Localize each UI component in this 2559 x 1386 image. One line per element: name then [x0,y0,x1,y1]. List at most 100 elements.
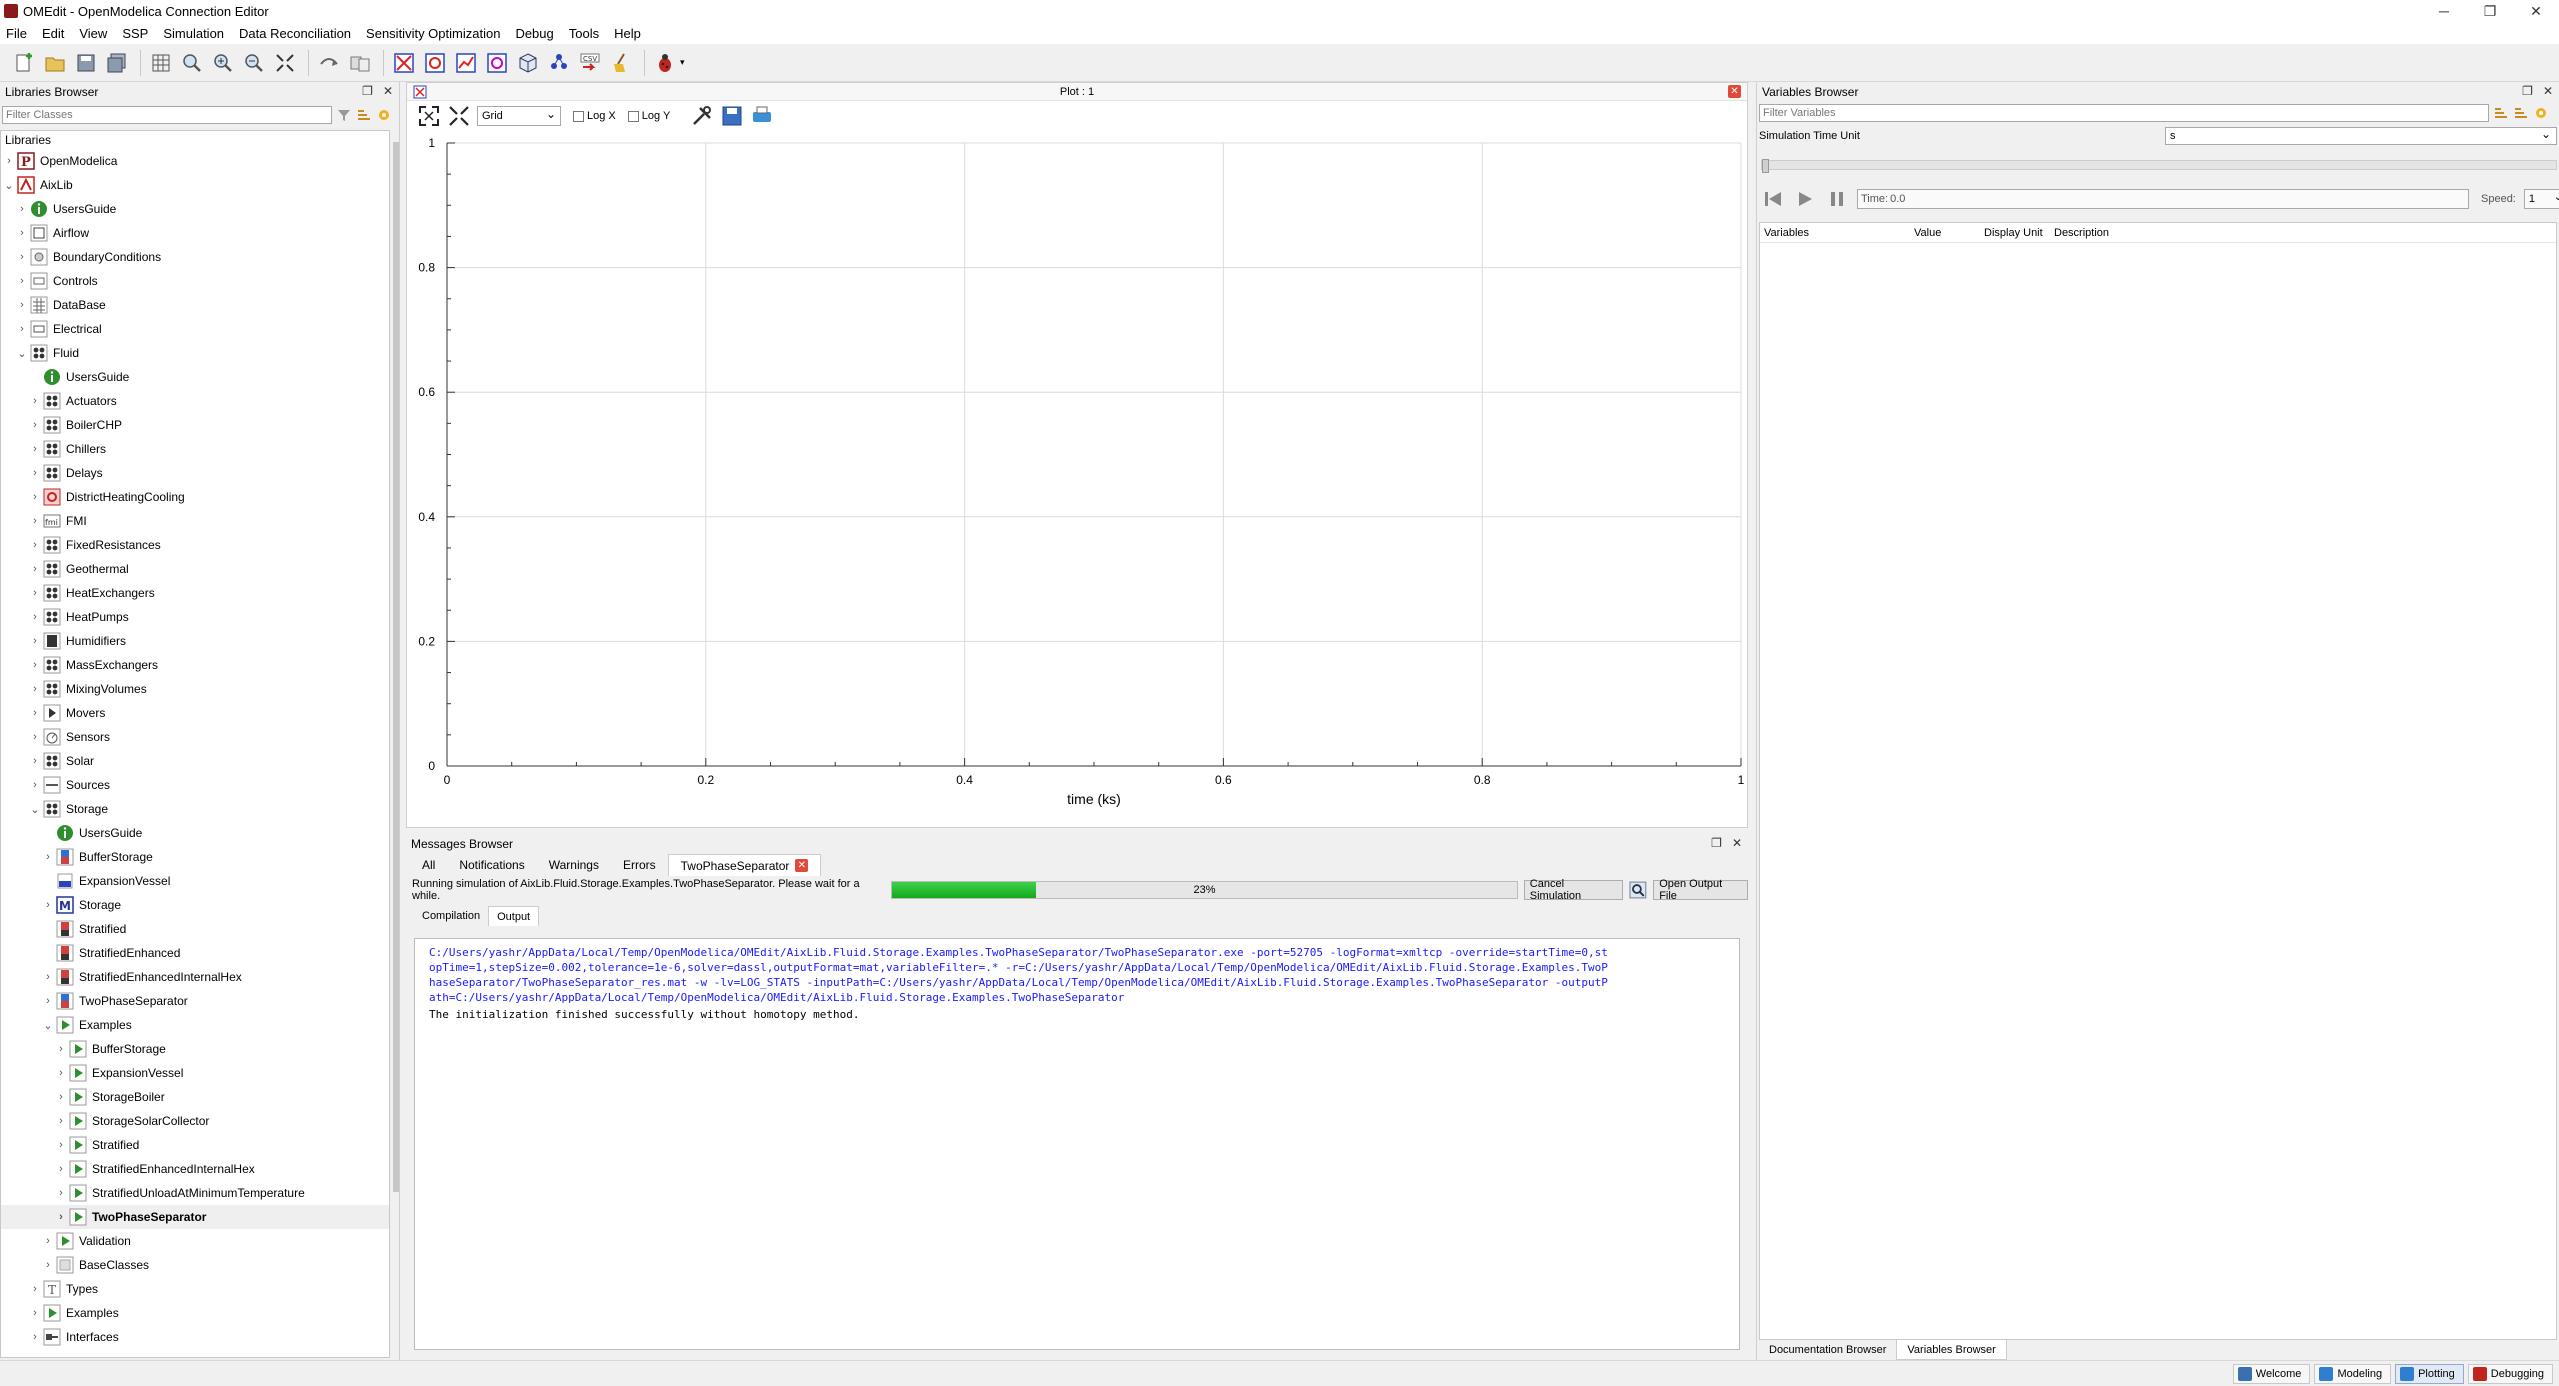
chevron-down-icon[interactable]: ⌄ [16,347,28,360]
tree-item-stratifiedenhanced[interactable]: StratifiedEnhanced [1,941,389,965]
perspective-welcome[interactable]: Welcome [2232,1364,2311,1384]
chevron-right-icon[interactable]: › [42,995,54,1007]
tree-item-sources[interactable]: › Sources [1,773,389,797]
fit-icon[interactable] [271,49,299,77]
cancel-simulation-button[interactable]: Cancel Simulation [1523,878,1624,902]
tab-all[interactable]: All [410,854,447,876]
array-plot-icon[interactable] [452,49,480,77]
speed-select[interactable]: 1 ⌄ [2523,189,2559,209]
chevron-right-icon[interactable]: › [29,1283,41,1295]
close-panel-icon[interactable]: ✕ [383,84,393,98]
tree-item-stratified[interactable]: › Stratified [1,1133,389,1157]
settings-icon[interactable] [376,107,392,123]
column-variables[interactable]: Variables [1760,227,1910,239]
play-icon[interactable] [1793,187,1817,211]
tree-item-chillers[interactable]: › Chillers [1,437,389,461]
chevron-right-icon[interactable]: › [29,779,41,791]
sub-tab-compilation[interactable]: Compilation [414,906,488,926]
chevron-right-icon[interactable]: › [16,251,28,263]
tree-item-storage[interactable]: › M Storage [1,893,389,917]
parametric-plot-icon[interactable] [421,49,449,77]
tree-item-movers[interactable]: › Movers [1,701,389,725]
chevron-right-icon[interactable]: › [42,1235,54,1247]
settings-icon[interactable] [2533,105,2549,121]
chevron-right-icon[interactable]: › [16,275,28,287]
transition-icon[interactable] [346,49,374,77]
setup-icon[interactable] [690,104,714,128]
tree-item-usersguide[interactable]: › UsersGuide [1,197,389,221]
save-all-icon[interactable] [103,49,131,77]
tree-item-sensors[interactable]: › Sensors [1,725,389,749]
diagram-icon[interactable] [545,49,573,77]
undock-icon[interactable]: ❐ [1711,836,1722,850]
chevron-right-icon[interactable]: › [16,203,28,215]
chevron-right-icon[interactable]: › [55,1187,67,1199]
tree-item-fixedresistances[interactable]: › FixedResistances [1,533,389,557]
tab-twophaseseparator[interactable]: TwoPhaseSeparator ✕ [667,854,822,876]
tree-item-aixlib[interactable]: ⌄ AixLib [1,173,389,197]
tree-item-boundaryconditions[interactable]: › BoundaryConditions [1,245,389,269]
rewind-icon[interactable] [1761,187,1785,211]
tree-item-stratifiedunloadatminimumtemperature[interactable]: › StratifiedUnloadAtMinimumTemperature [1,1181,389,1205]
tree-item-actuators[interactable]: › Actuators [1,389,389,413]
log-y-checkbox[interactable]: Log Y [627,110,670,122]
filter-classes-input[interactable] [2,106,332,124]
tab-warnings[interactable]: Warnings [537,854,611,876]
chevron-right-icon[interactable]: › [29,587,41,599]
chevron-right-icon[interactable]: › [29,515,41,527]
log-x-box[interactable] [573,110,584,122]
tab-errors[interactable]: Errors [611,854,668,876]
chevron-right-icon[interactable]: › [29,683,41,695]
filter-variables-input[interactable] [1759,104,2489,122]
chevron-right-icon[interactable]: › [55,1115,67,1127]
menu-help[interactable]: Help [614,26,641,41]
close-tab-icon[interactable]: ✕ [795,859,809,872]
chevron-right-icon[interactable]: › [55,1139,67,1151]
chevron-down-icon[interactable]: ⌄ [3,179,15,192]
save-icon[interactable] [72,49,100,77]
tree-item-stratifiedenhancedinternalhex[interactable]: › StratifiedEnhancedInternalHex [1,965,389,989]
clean-icon[interactable] [607,49,635,77]
menu-data-reconciliation[interactable]: Data Reconciliation [239,26,351,41]
chevron-right-icon[interactable]: › [29,659,41,671]
chevron-down-icon[interactable]: ▾ [680,57,685,68]
chevron-right-icon[interactable]: › [29,731,41,743]
menu-view[interactable]: View [79,26,107,41]
open-output-file-button[interactable]: Open Output File [1653,878,1748,902]
zoom-reset-icon[interactable] [178,49,206,77]
menu-edit[interactable]: Edit [42,26,64,41]
chevron-right-icon[interactable]: › [42,899,54,911]
tree-item-humidifiers[interactable]: › Humidifiers [1,629,389,653]
model-3d-icon[interactable] [514,49,542,77]
close-panel-icon[interactable]: ✕ [2543,84,2553,98]
tree-item-twophaseseparator[interactable]: › TwoPhaseSeparator [1,989,389,1013]
open-icon[interactable] [41,49,69,77]
column-description[interactable]: Description [2050,227,2250,239]
pause-icon[interactable] [1825,187,1849,211]
chevron-right-icon[interactable]: › [42,851,54,863]
minimize-icon[interactable]: ─ [2421,0,2467,22]
grid-select[interactable]: Grid [477,106,561,126]
chevron-right-icon[interactable]: › [29,443,41,455]
chevron-right-icon[interactable]: › [29,467,41,479]
tree-item-database[interactable]: › DataBase [1,293,389,317]
tree-item-validation[interactable]: › Validation [1,1229,389,1253]
chevron-right-icon[interactable]: › [29,1307,41,1319]
tree-item-types[interactable]: › T Types [1,1277,389,1301]
tree-item-bufferstorage[interactable]: › BufferStorage [1,845,389,869]
tree-item-massexchangers[interactable]: › MassExchangers [1,653,389,677]
chevron-right-icon[interactable]: › [29,1331,41,1343]
tree-item-storageboiler[interactable]: › StorageBoiler [1,1085,389,1109]
chevron-right-icon[interactable]: › [29,491,41,503]
plot-canvas[interactable]: 0 0.2 0.4 0.6 0.8 1 0 0.2 0.4 0.6 0.8 1 time (ks) [407,133,1747,827]
tree-item-usersguide[interactable]: UsersGuide [1,365,389,389]
column-value[interactable]: Value [1910,227,1980,239]
tree-item-geothermal[interactable]: › Geothermal [1,557,389,581]
tree-item-fmi[interactable]: › fmi FMI [1,509,389,533]
menu-sensitivity-optimization[interactable]: Sensitivity Optimization [366,26,500,41]
tree-item-storagesolarcollector[interactable]: › StorageSolarCollector [1,1109,389,1133]
tree-item-fluid[interactable]: ⌄ Fluid [1,341,389,365]
tree-item-expansionvessel[interactable]: › ExpansionVessel [1,1061,389,1085]
chevron-right-icon[interactable]: › [16,227,28,239]
chevron-right-icon[interactable]: › [16,323,28,335]
